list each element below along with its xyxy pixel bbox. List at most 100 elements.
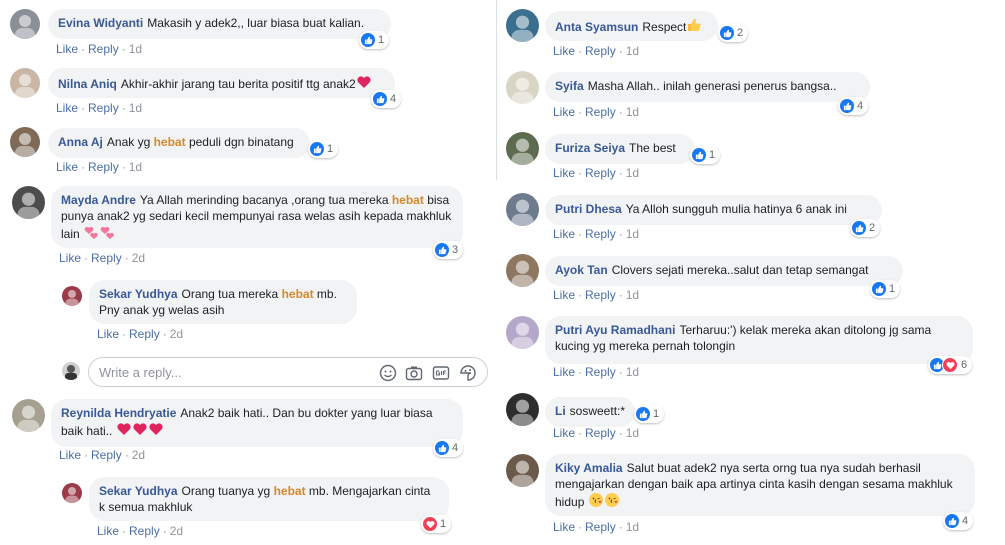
like-link[interactable]: Like (59, 251, 81, 265)
comment-timestamp[interactable]: 2d (170, 327, 183, 341)
comment-timestamp[interactable]: 2d (132, 251, 145, 265)
avatar[interactable] (12, 399, 45, 432)
reply-link[interactable]: Reply (91, 448, 122, 462)
highlighted-keyword[interactable]: hebat (282, 287, 314, 301)
reaction-summary[interactable]: 1 (634, 405, 665, 423)
gif-icon[interactable] (432, 364, 450, 382)
reply-link[interactable]: Reply (585, 44, 616, 58)
commenter-name[interactable]: Anta Syamsun (555, 20, 638, 34)
commenter-name[interactable]: Anna Aj (58, 135, 103, 149)
comment-timestamp[interactable]: 1d (129, 42, 142, 56)
emoji-icon[interactable] (379, 364, 397, 382)
comment-timestamp[interactable]: 1d (129, 101, 142, 115)
sticker-icon[interactable] (459, 364, 477, 382)
reply-link[interactable]: Reply (585, 288, 616, 302)
comment-timestamp[interactable]: 1d (129, 160, 142, 174)
avatar[interactable] (506, 132, 539, 165)
reaction-summary[interactable]: 1 (690, 146, 721, 164)
reply-link[interactable]: Reply (88, 101, 119, 115)
like-link[interactable]: Like (553, 44, 575, 58)
highlighted-keyword[interactable]: hebat (154, 135, 186, 149)
reply-input[interactable]: Write a reply... (88, 357, 488, 387)
commenter-name[interactable]: Reynilda Hendryatie (61, 406, 176, 420)
comment-timestamp[interactable]: 1d (626, 44, 639, 58)
like-link[interactable]: Like (553, 288, 575, 302)
avatar[interactable] (12, 186, 45, 219)
like-link[interactable]: Like (97, 524, 119, 538)
commenter-name[interactable]: Nilna Aniq (58, 77, 117, 91)
reply-link[interactable]: Reply (129, 327, 160, 341)
avatar[interactable] (506, 193, 539, 226)
reaction-summary[interactable]: 4 (838, 97, 869, 115)
reply-link[interactable]: Reply (585, 365, 616, 379)
avatar[interactable] (506, 393, 539, 426)
avatar[interactable] (10, 9, 40, 39)
reply-link[interactable]: Reply (91, 251, 122, 265)
like-link[interactable]: Like (553, 365, 575, 379)
comment-bubble: Anna Aj Anak yg hebat peduli dgn binatang (48, 128, 310, 158)
reply-link[interactable]: Reply (585, 426, 616, 440)
commenter-name[interactable]: Sekar Yudhya (99, 484, 178, 498)
comment-timestamp[interactable]: 1d (626, 365, 639, 379)
commenter-name[interactable]: Syifa (555, 79, 584, 93)
comment-timestamp[interactable]: 1d (626, 426, 639, 440)
commenter-name[interactable]: Furiza Seiya (555, 141, 625, 155)
like-link[interactable]: Like (553, 520, 575, 534)
reaction-summary[interactable]: 3 (433, 241, 464, 259)
reaction-summary[interactable]: 2 (718, 24, 749, 42)
commenter-name[interactable]: Kiky Amalia (555, 461, 623, 475)
like-link[interactable]: Like (56, 160, 78, 174)
reply-link[interactable]: Reply (585, 227, 616, 241)
avatar[interactable] (10, 127, 40, 157)
comment-timestamp[interactable]: 1d (626, 288, 639, 302)
reaction-summary[interactable]: 4 (371, 90, 402, 108)
commenter-name[interactable]: Sekar Yudhya (99, 287, 178, 301)
avatar[interactable] (506, 254, 539, 287)
comment-timestamp[interactable]: 2d (132, 448, 145, 462)
comment-timestamp[interactable]: 1d (626, 166, 639, 180)
reply-link[interactable]: Reply (88, 42, 119, 56)
like-link[interactable]: Like (56, 101, 78, 115)
reaction-summary[interactable]: 4 (433, 439, 464, 457)
reaction-summary[interactable]: 1 (870, 280, 901, 298)
reply-link[interactable]: Reply (585, 520, 616, 534)
reply-link[interactable]: Reply (585, 166, 616, 180)
reply-link[interactable]: Reply (129, 524, 160, 538)
avatar[interactable] (62, 286, 82, 306)
commenter-name[interactable]: Putri Ayu Ramadhani (555, 323, 675, 337)
reply-link[interactable]: Reply (585, 105, 616, 119)
commenter-name[interactable]: Putri Dhesa (555, 202, 622, 216)
reply-link[interactable]: Reply (88, 160, 119, 174)
like-link[interactable]: Like (553, 166, 575, 180)
comment-timestamp[interactable]: 1d (626, 520, 639, 534)
reaction-summary[interactable]: 1 (308, 140, 339, 158)
like-link[interactable]: Like (553, 227, 575, 241)
commenter-name[interactable]: Li (555, 404, 566, 418)
reaction-summary[interactable]: 1 (359, 31, 390, 49)
commenter-name[interactable]: Ayok Tan (555, 263, 608, 277)
highlighted-keyword[interactable]: hebat (392, 193, 424, 207)
comment-timestamp[interactable]: 1d (626, 105, 639, 119)
avatar[interactable] (506, 454, 539, 487)
avatar[interactable] (506, 316, 539, 349)
reaction-summary[interactable]: 6 (928, 356, 973, 374)
reaction-summary[interactable]: 2 (850, 219, 881, 237)
like-link[interactable]: Like (553, 105, 575, 119)
avatar[interactable] (10, 68, 40, 98)
comment-timestamp[interactable]: 1d (626, 227, 639, 241)
separator: · (578, 44, 583, 58)
camera-icon[interactable] (405, 364, 423, 382)
avatar[interactable] (506, 71, 539, 104)
avatar[interactable] (62, 483, 82, 503)
like-link[interactable]: Like (97, 327, 119, 341)
comment-timestamp[interactable]: 2d (170, 524, 183, 538)
avatar[interactable] (506, 9, 539, 42)
commenter-name[interactable]: Evina Widyanti (58, 16, 143, 30)
like-link[interactable]: Like (553, 426, 575, 440)
reaction-summary[interactable]: 1 (421, 515, 452, 533)
reaction-summary[interactable]: 4 (943, 512, 974, 530)
like-link[interactable]: Like (59, 448, 81, 462)
like-link[interactable]: Like (56, 42, 78, 56)
highlighted-keyword[interactable]: hebat (274, 484, 306, 498)
commenter-name[interactable]: Mayda Andre (61, 193, 136, 207)
